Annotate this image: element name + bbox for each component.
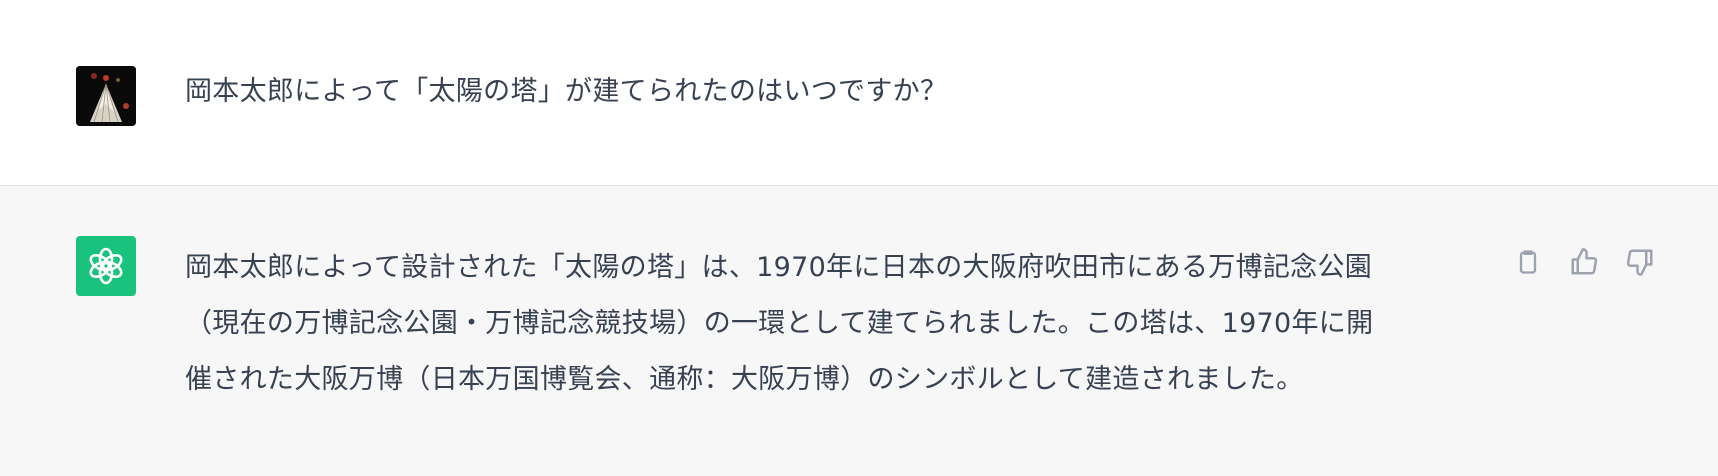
thumbs-up-icon <box>1571 248 1598 275</box>
user-avatar <box>76 66 136 126</box>
user-message: 岡本太郎によって「太陽の塔」が建てられたのはいつですか？ <box>0 0 1718 186</box>
thumbs-down-icon <box>1626 249 1653 276</box>
assistant-avatar <box>76 236 136 296</box>
thumbs-down-button[interactable] <box>1624 246 1656 278</box>
user-avatar-mountain-image <box>76 66 136 126</box>
assistant-message-text: 岡本太郎によって設計された「太陽の塔」は、1970年に日本の大阪府吹田市にある万… <box>185 240 1475 408</box>
assistant-text-line: 岡本太郎によって設計された「太陽の塔」は、1970年に日本の大阪府吹田市にある万… <box>185 252 1373 283</box>
message-actions <box>1512 246 1656 278</box>
copy-button[interactable] <box>1512 246 1544 278</box>
clipboard-icon <box>1519 250 1537 274</box>
assistant-message: 岡本太郎によって設計された「太陽の塔」は、1970年に日本の大阪府吹田市にある万… <box>0 186 1718 476</box>
conversation-thread: 岡本太郎によって「太陽の塔」が建てられたのはいつですか？ 岡本太郎によって設計さ… <box>0 0 1718 476</box>
openai-logo-icon <box>89 247 123 285</box>
user-message-text: 岡本太郎によって「太陽の塔」が建てられたのはいつですか？ <box>185 76 948 107</box>
thumbs-up-button[interactable] <box>1568 246 1600 278</box>
assistant-text-line: 催された大阪万博（日本万国博覧会、通称：大阪万博）のシンボルとして建造されました… <box>185 364 1304 395</box>
assistant-text-line: （現在の万博記念公園・万博記念競技場）の一環として建てられました。この塔は、19… <box>185 308 1374 339</box>
